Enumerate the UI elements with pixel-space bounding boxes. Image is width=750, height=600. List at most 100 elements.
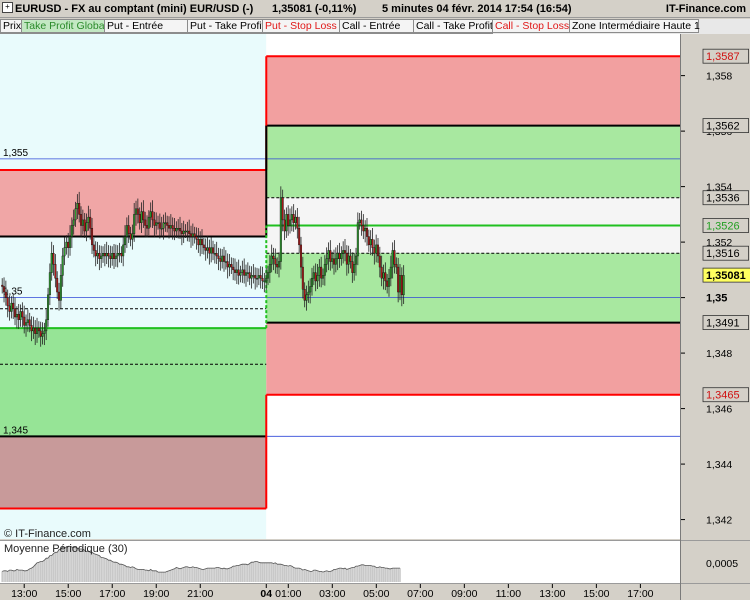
candle [395,264,398,268]
indicator-bar [5,570,7,582]
indicator-bar [115,562,117,582]
indicator-bar [358,565,361,582]
candle [133,214,136,234]
indicator-bar [153,570,156,582]
candle [155,222,158,226]
candle [332,258,335,265]
candle [85,222,88,232]
candle [1,284,4,287]
candle [287,214,290,226]
candle [182,230,185,234]
price-label: 1,35 [706,293,727,305]
candle [175,228,178,232]
indicator-bar [311,571,313,582]
candle [54,264,57,279]
indicator-bar [393,568,396,582]
indicator-bar [382,567,385,582]
level-annotation: 1,345 [3,425,28,436]
candle [397,266,400,293]
indicator-bar [127,566,130,582]
indicator-bar [269,562,271,582]
candle [100,255,103,259]
candle [179,228,182,232]
candle [358,219,361,223]
candle [250,275,253,279]
chart-window: + EURUSD - FX au comptant (mini) EUR/USD… [0,0,750,600]
indicator-bar [100,557,102,582]
candle [160,228,163,230]
indicator-bar [296,568,299,582]
candle [243,269,246,276]
price-label: 1,3516 [706,248,740,260]
prev-session-profit-zone [0,328,267,437]
indicator-bar [91,552,93,582]
indicator-bar [217,567,220,582]
price-label: 1,3562 [706,121,740,133]
indicator-bar [263,562,266,582]
indicator-bar [52,553,55,582]
candle [311,277,314,287]
candle [23,316,26,326]
x-tick-label: 11:00 [496,588,522,600]
candle [223,255,226,262]
indicator-bar [8,570,11,582]
indicator-bar [232,566,234,582]
indicator-bar [239,564,242,582]
indicator-bar [140,569,143,582]
indicator-bar [155,570,157,582]
indicator-bar [179,568,181,582]
indicator-bar [368,565,370,582]
indicator-bar [21,570,24,582]
candle [276,264,279,268]
indicator-bar [175,567,178,582]
indicator-bar [56,552,58,582]
watermark: © IT-Finance.com [4,528,91,540]
candle [340,253,343,259]
x-tick-label: 15:00 [583,588,609,600]
indicator-bar [247,564,249,582]
candle [237,269,240,276]
candle [158,222,161,229]
candle [65,241,68,248]
candle [80,214,83,226]
candle [136,208,139,215]
candle [206,247,209,251]
indicator-bar [281,564,284,582]
indicator-bar [373,566,376,582]
candle [318,266,321,276]
candle [186,230,189,233]
indicator-bar [219,568,222,582]
indicator-bar [188,567,190,582]
candle [386,280,389,287]
candle [235,269,238,273]
candle [336,253,339,259]
indicator-bar [135,568,137,582]
indicator-bar [325,570,328,582]
indicator-bar [291,566,293,582]
indicator-bar [16,569,18,582]
candle [105,253,108,257]
indicator-bar [377,567,379,582]
candle [129,233,132,240]
candle [210,247,213,254]
indicator-bar [111,561,113,582]
candle [72,219,75,226]
candle [327,250,330,259]
y-tick-label: 1,346 [706,404,732,416]
candle [228,264,231,268]
indicator-bar [355,566,357,582]
indicator-bar [105,558,108,582]
indicator-bar [267,562,269,582]
candle [364,228,367,232]
indicator-tick-label: 0,0005 [706,558,738,570]
indicator-bar [199,568,201,582]
x-tick-label: 21:00 [187,588,213,600]
session-bg-bottom [266,394,680,539]
indicator-bar [1,571,4,582]
indicator-bar [265,562,267,582]
indicator-bar [292,567,295,582]
x-tick-label: 03:00 [319,588,345,600]
indicator-bar [89,552,91,582]
candle [10,302,13,312]
indicator-bar [241,564,244,582]
